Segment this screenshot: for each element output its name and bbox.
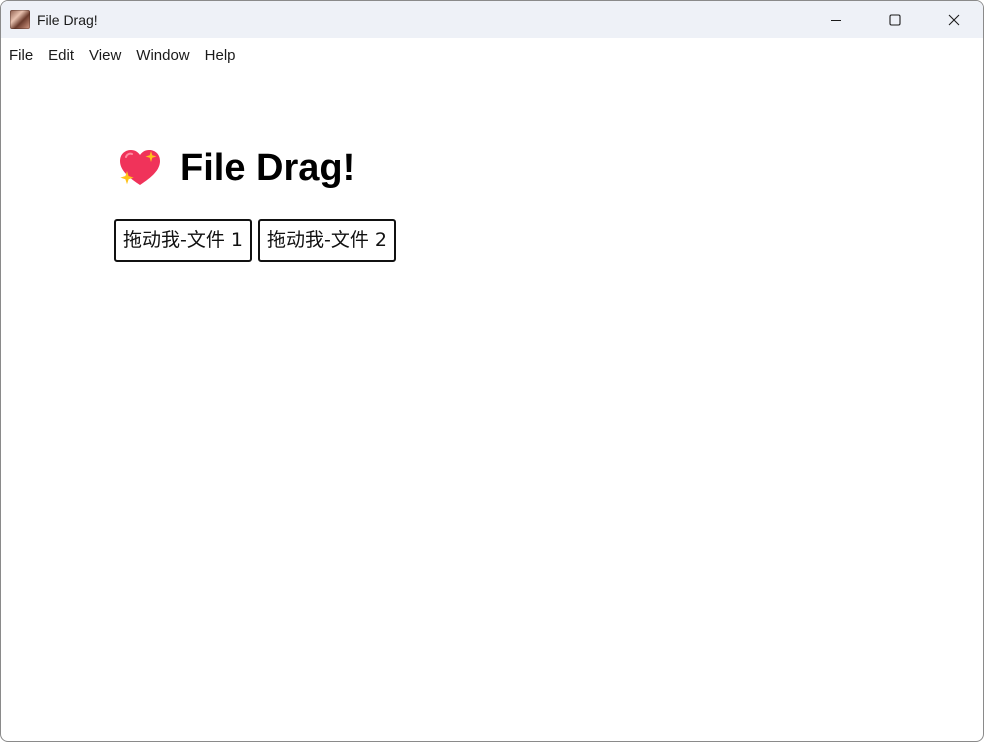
menu-bar: File Edit View Window Help — [1, 38, 983, 74]
maximize-icon — [889, 13, 901, 26]
window-title: File Drag! — [37, 12, 98, 28]
page-title: File Drag! — [180, 147, 356, 189]
drag-button-group: 拖动我-文件 1 拖动我-文件 2 — [114, 219, 402, 262]
drag-file-2-button[interactable]: 拖动我-文件 2 — [257, 219, 396, 262]
close-button[interactable] — [925, 1, 983, 38]
minimize-button[interactable] — [807, 1, 865, 38]
sparkling-heart-icon — [120, 150, 160, 185]
maximize-button[interactable] — [866, 1, 924, 38]
minimize-icon — [831, 19, 841, 21]
menu-window[interactable]: Window — [128, 38, 196, 74]
drag-file-1-button[interactable]: 拖动我-文件 1 — [114, 219, 252, 262]
close-icon — [948, 14, 960, 25]
menu-view[interactable]: View — [81, 38, 128, 74]
page-heading: File Drag! — [118, 146, 355, 190]
menu-file[interactable]: File — [1, 38, 40, 74]
app-photo-icon — [10, 10, 30, 29]
title-bar[interactable]: File Drag! — [1, 1, 983, 38]
app-window: File Drag! File Edit View Window Help Fi… — [0, 0, 984, 742]
menu-edit[interactable]: Edit — [40, 38, 81, 74]
main-content: File Drag! 拖动我-文件 1 拖动我-文件 2 — [1, 74, 983, 741]
menu-help[interactable]: Help — [197, 38, 243, 74]
